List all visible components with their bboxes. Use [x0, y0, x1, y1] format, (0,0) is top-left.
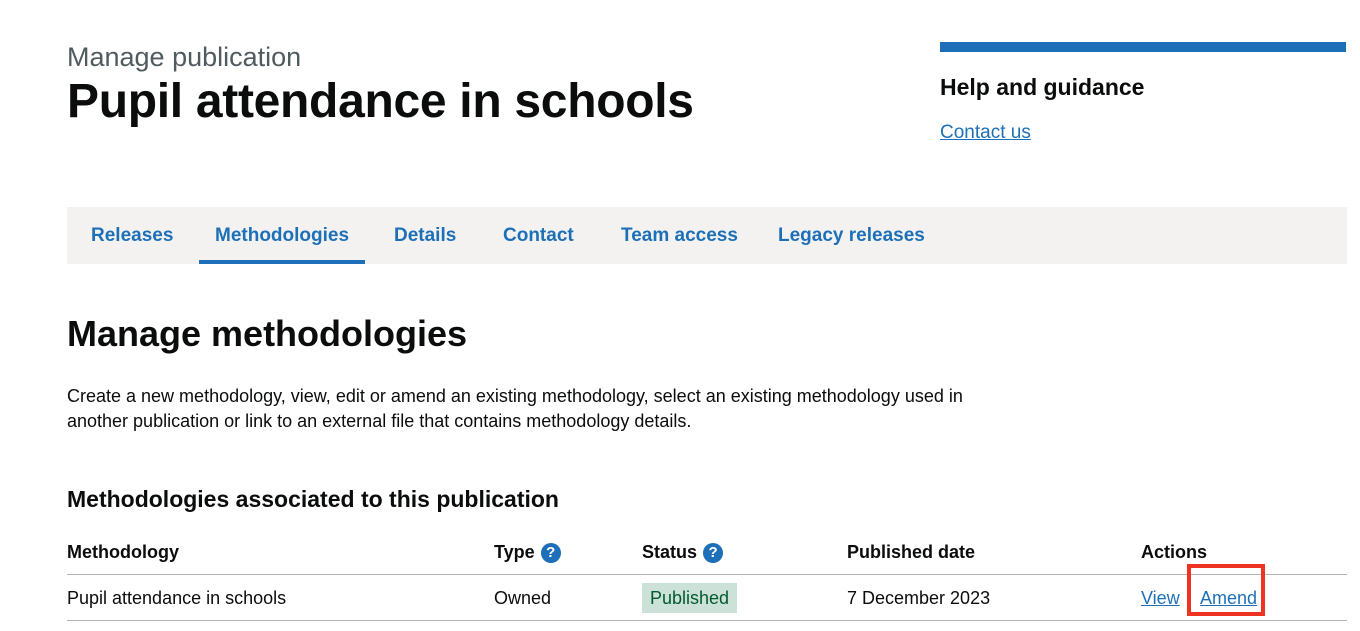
- header-divider: [67, 574, 1347, 575]
- methodology-type: Owned: [494, 588, 552, 608]
- tab-methodologies[interactable]: Methodologies: [199, 207, 366, 264]
- tab-releases[interactable]: Releases: [91, 207, 173, 264]
- tab-team-access[interactable]: Team access: [621, 207, 738, 264]
- tab-contact[interactable]: Contact: [503, 207, 574, 264]
- section-description: Create a new methodology, view, edit or …: [67, 386, 963, 431]
- page-title: Pupil attendance in schools: [67, 75, 694, 128]
- column-header-type: Type ?: [494, 539, 561, 565]
- methodology-title: Pupil attendance in schools: [67, 588, 287, 608]
- methodologies-table: Methodology Type ? Status ? Published da…: [67, 530, 1347, 621]
- row-divider: [67, 620, 1347, 621]
- column-header-methodology: Methodology: [67, 542, 179, 562]
- column-header-actions: Actions: [1141, 542, 1208, 562]
- type-help-icon[interactable]: ?: [540, 543, 561, 563]
- status-help-icon[interactable]: ?: [703, 543, 724, 563]
- status-badge: Published: [642, 583, 738, 613]
- highlight-box: [1187, 564, 1265, 616]
- page: Manage publication Pupil attendance in s…: [0, 0, 1360, 631]
- tab-legacy-releases[interactable]: Legacy releases: [778, 207, 925, 264]
- help-title: Help and guidance: [940, 74, 1145, 100]
- table-heading: Methodologies associated to this publica…: [67, 486, 559, 512]
- column-header-type-label: Type: [494, 542, 535, 562]
- page-caption: Manage publication: [67, 42, 302, 72]
- publication-nav: Releases Methodologies Details Contact T…: [67, 207, 1347, 264]
- column-header-status-label: Status: [642, 542, 698, 562]
- contact-us-link[interactable]: Contact us: [940, 122, 1031, 144]
- tab-details[interactable]: Details: [394, 207, 456, 264]
- column-header-status: Status ?: [642, 539, 724, 565]
- section-heading: Manage methodologies: [67, 313, 468, 354]
- column-header-published-date: Published date: [847, 542, 976, 562]
- published-date: 7 December 2023: [847, 588, 991, 608]
- help-panel: Help and guidance Contact us: [940, 42, 1346, 143]
- view-link[interactable]: View: [1141, 585, 1180, 611]
